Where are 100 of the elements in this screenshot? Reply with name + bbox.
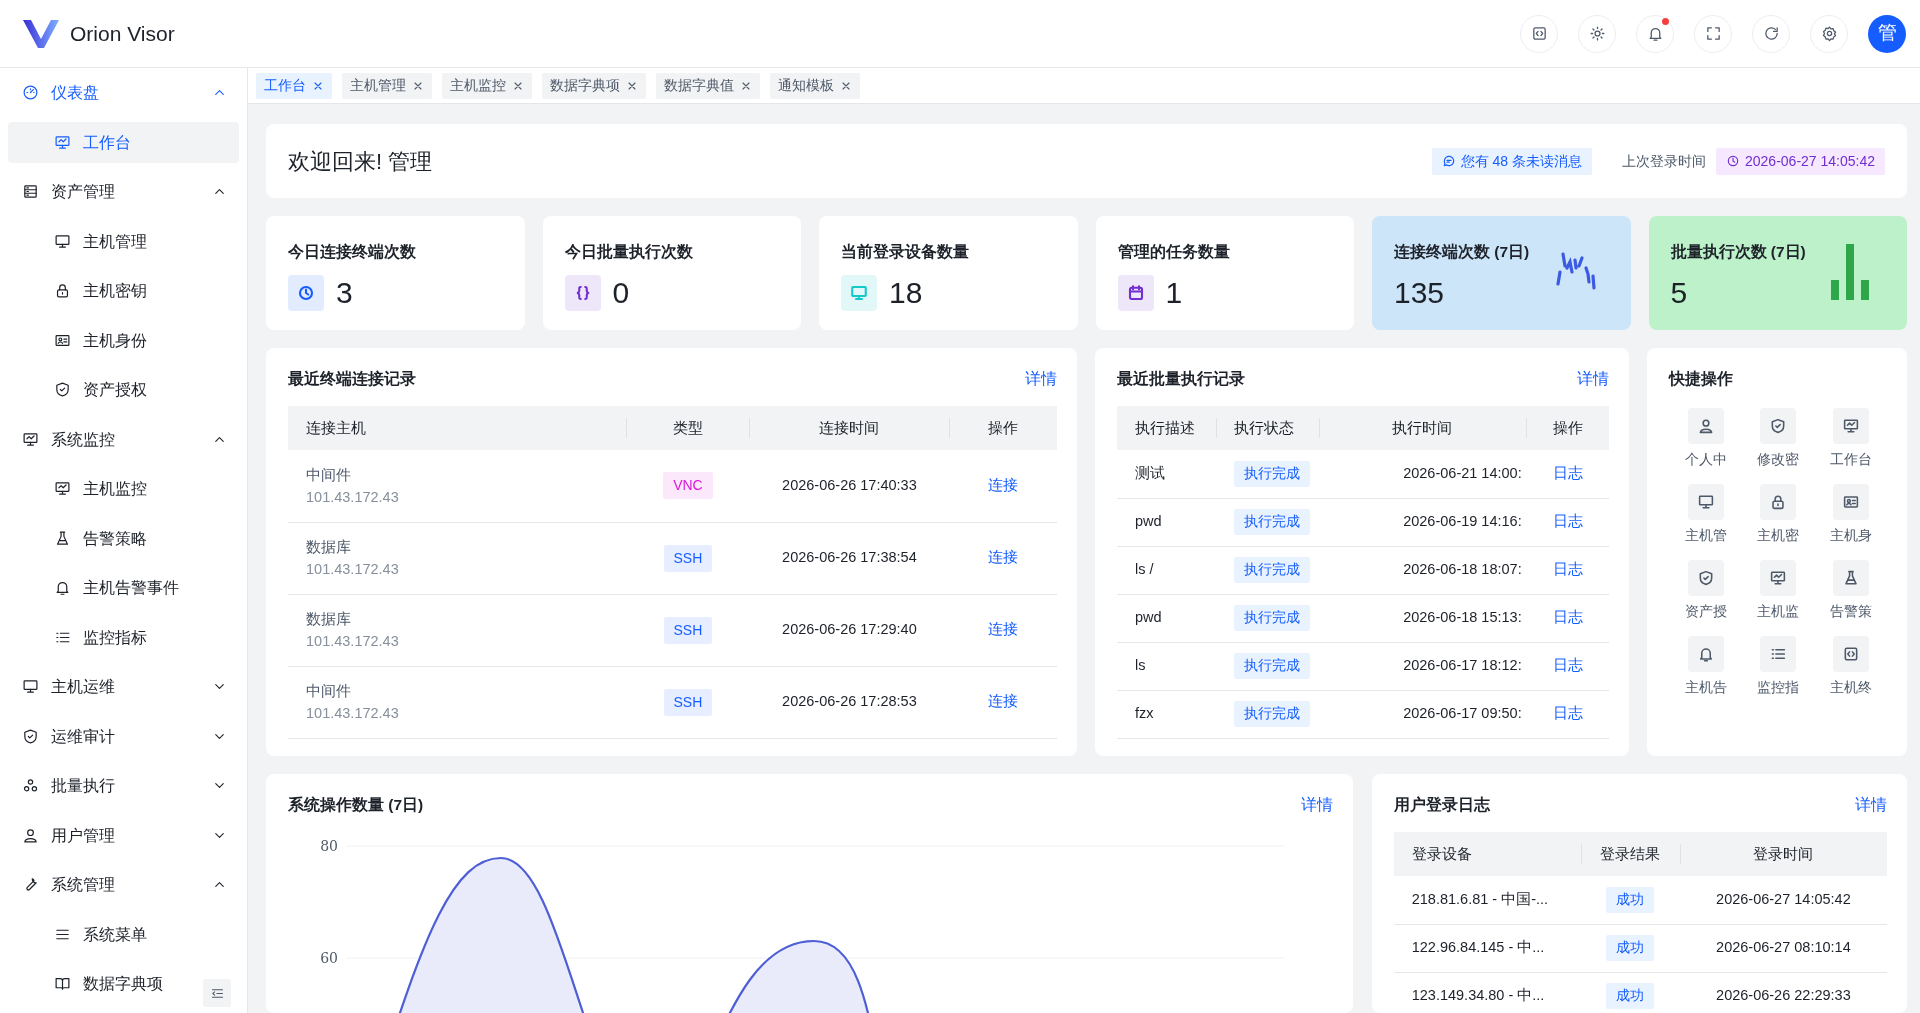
connection-time: 2026-06-26 17:40:33 [782, 476, 917, 493]
task-description: 测试 [1135, 464, 1166, 481]
axis-label: 60 [320, 950, 338, 966]
column-header: 连接时间 [749, 406, 950, 450]
sidebar-item[interactable]: 主机身份 [8, 319, 239, 361]
sidebar-item[interactable]: 主机告警事件 [8, 567, 239, 609]
execution-time: 2026-06-17 09:50: [1403, 705, 1522, 722]
theme-button[interactable] [1578, 14, 1616, 53]
connection-type-tag: SSH [663, 616, 713, 644]
sidebar-item[interactable]: 告警策略 [8, 517, 239, 559]
login-device: 122.96.84.145 - 中... [1411, 939, 1545, 956]
details-link[interactable]: 详情 [1855, 793, 1887, 817]
sidebar-group[interactable]: 系统管理 [8, 864, 239, 906]
panel-title: 快捷操作 [1669, 369, 1734, 390]
sidebar-item[interactable]: 监控指标 [8, 616, 239, 658]
sidebar-group[interactable]: 运维审计 [8, 715, 239, 757]
sidebar-item[interactable]: 工作台 [8, 121, 239, 163]
details-link[interactable]: 详情 [1300, 793, 1333, 817]
connect-link[interactable]: 连接 [988, 549, 1019, 566]
monitor-icon [22, 678, 39, 696]
quick-action[interactable]: 工作台 [1829, 408, 1872, 470]
connect-link[interactable]: 连接 [988, 621, 1019, 638]
sidebar-group[interactable]: 批量执行 [8, 765, 239, 807]
quick-action[interactable]: 主机身 [1829, 484, 1872, 546]
sidebar-item[interactable]: 主机管理 [8, 220, 239, 262]
column-header: 操作 [949, 406, 1058, 450]
quick-action[interactable]: 主机终 [1829, 636, 1872, 698]
book-icon [54, 975, 71, 993]
collapse-sidebar-button[interactable] [203, 979, 231, 1007]
status-tag: 执行完成 [1233, 556, 1310, 584]
fullscreen-button[interactable] [1694, 14, 1732, 53]
host-name: 数据库 [306, 538, 352, 557]
status-tag: 执行完成 [1233, 652, 1310, 680]
page-tab[interactable]: 数据字典值 [656, 72, 760, 99]
execution-time: 2026-06-19 14:16: [1403, 513, 1522, 530]
sidebar-group[interactable]: 资产管理 [8, 171, 239, 213]
shield-check-icon [1687, 560, 1724, 596]
page-tab[interactable]: 通知模板 [770, 72, 860, 99]
connect-link[interactable]: 连接 [988, 693, 1019, 710]
refresh-button[interactable] [1752, 14, 1790, 53]
panel-title: 系统操作数量 (7日) [288, 795, 424, 816]
monitor-chart-icon [1832, 408, 1869, 444]
log-link[interactable]: 日志 [1552, 513, 1583, 530]
quick-action[interactable]: 告警策 [1829, 560, 1872, 622]
sidebar-group[interactable]: 仪表盘 [8, 72, 239, 114]
login-time: 2026-06-26 22:29:33 [1716, 987, 1851, 1004]
login-device: 123.149.34.80 - 中... [1411, 987, 1545, 1004]
log-link[interactable]: 日志 [1552, 609, 1583, 626]
sidebar-item[interactable]: 系统菜单 [8, 913, 239, 955]
quick-action[interactable]: 主机告 [1684, 636, 1727, 698]
quick-action[interactable]: 主机密 [1757, 484, 1800, 546]
task-description: pwd [1135, 609, 1162, 626]
connection-type-tag: VNC [663, 472, 713, 500]
page-tab[interactable]: 工作台 [256, 72, 332, 99]
details-link[interactable]: 详情 [1577, 367, 1610, 391]
host-address: 101.43.172.43 [306, 704, 400, 723]
status-tag: 执行完成 [1233, 604, 1310, 632]
sidebar-item[interactable]: 数据字典项 [8, 963, 239, 1005]
quick-action[interactable]: 修改密 [1757, 408, 1800, 470]
last-login-label: 上次登录时间 [1622, 151, 1706, 171]
details-link[interactable]: 详情 [1025, 367, 1058, 391]
sidebar-item[interactable]: 资产授权 [8, 369, 239, 411]
task-description: pwd [1135, 513, 1162, 530]
connect-link[interactable]: 连接 [988, 476, 1019, 493]
sidebar-group[interactable]: 用户管理 [8, 814, 239, 856]
execution-time: 2026-06-18 15:13: [1403, 609, 1522, 626]
log-link[interactable]: 日志 [1552, 464, 1583, 481]
monitor-chart-icon [1760, 560, 1797, 596]
log-link[interactable]: 日志 [1552, 657, 1583, 674]
connection-type-tag: SSH [663, 544, 713, 572]
log-link[interactable]: 日志 [1552, 705, 1583, 722]
code-view-button[interactable] [1520, 14, 1558, 53]
sidebar-group[interactable]: 系统监控 [8, 418, 239, 460]
user-avatar[interactable]: 管 [1868, 14, 1906, 53]
connection-time: 2026-06-26 17:28:53 [782, 693, 917, 710]
quick-action[interactable]: 主机管 [1684, 484, 1727, 546]
stat-title: 今日连接终端次数 [288, 242, 417, 262]
sidebar-group[interactable]: 主机运维 [8, 666, 239, 708]
host-address: 101.43.172.43 [306, 560, 400, 579]
clock-icon [288, 275, 324, 312]
quick-action[interactable]: 监控指 [1757, 636, 1800, 698]
page-tab[interactable]: 主机监控 [442, 72, 532, 99]
column-header: 登录时间 [1679, 832, 1887, 876]
sun-icon [1588, 25, 1606, 42]
page-tab[interactable]: 主机管理 [342, 72, 432, 99]
monitor-chart-icon [54, 133, 71, 151]
settings-icon [1820, 25, 1838, 42]
page-tab[interactable]: 数据字典项 [542, 72, 646, 99]
column-header: 连接主机 [288, 406, 627, 450]
settings-button[interactable] [1810, 14, 1848, 53]
sidebar-item[interactable]: 主机密钥 [8, 270, 239, 312]
quick-action[interactable]: 主机监 [1757, 560, 1800, 622]
sidebar-item[interactable]: 主机监控 [8, 468, 239, 510]
log-link[interactable]: 日志 [1552, 561, 1583, 578]
task-description: ls / [1135, 561, 1154, 578]
notification-button[interactable] [1636, 14, 1674, 53]
stat-value: 1 [1165, 275, 1183, 312]
quick-action[interactable]: 个人中 [1684, 408, 1727, 470]
quick-action[interactable]: 资产授 [1684, 560, 1727, 622]
unread-messages-tag[interactable]: 您有 48 条未读消息 [1431, 147, 1592, 175]
